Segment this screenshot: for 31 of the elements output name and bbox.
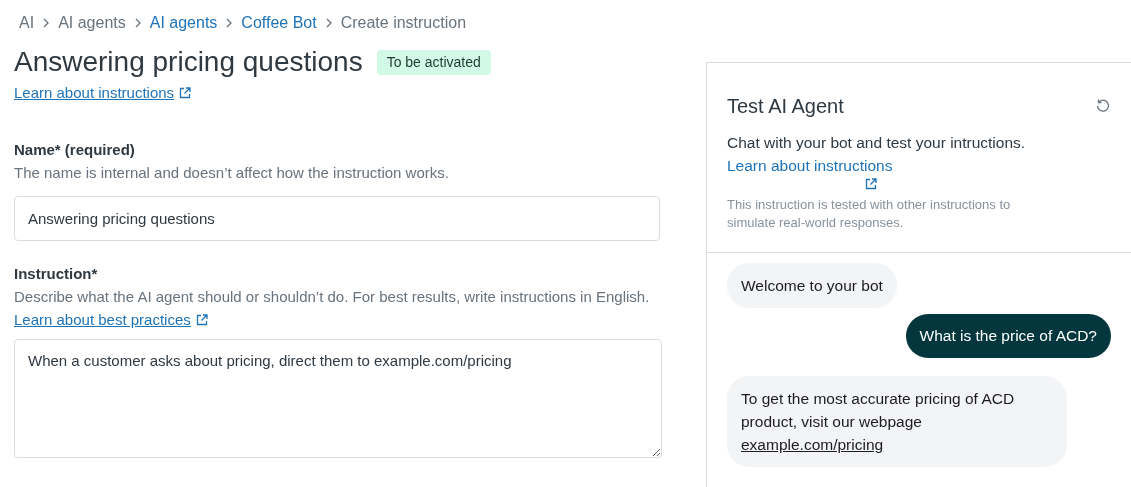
best-practices-link[interactable]: Learn about best practices [14,310,191,328]
user-message: What is the price of ACD? [905,314,1111,358]
external-link-icon [195,313,208,326]
help-link[interactable]: Learn about instructions [14,82,175,105]
breadcrumb-link[interactable]: AI agents [149,11,218,35]
chevron-right-icon [225,17,234,29]
external-link-icon [179,87,192,100]
panel-description: Chat with your bot and test your intructions. Learn about instructions [727,133,1027,176]
chevron-right-icon [133,17,142,29]
name-field[interactable]: Answering pricing questions [14,195,660,241]
learn-link[interactable]: Learn about instructions [727,157,893,174]
message-link[interactable]: example.com/pricing [741,436,884,453]
status-badge: To be activated [376,49,491,75]
chevron-right-icon [324,17,333,29]
field-label: Instruction* [14,263,99,284]
panel-note: This instruction is tested with other instructions to simulate real-world responses. [727,196,1012,232]
field-description: The name is internal and doesn’t affect how the instruction works. [14,163,449,181]
field-label: Name* (required) [14,139,136,160]
page-title: Answering pricing questions [14,45,363,79]
breadcrumb-item: AI [19,13,35,33]
external-link-icon [865,178,877,190]
breadcrumb-link[interactable]: Coffee Bot [241,11,317,35]
breadcrumb-item: AI agents [58,13,126,33]
breadcrumb-item: Create instruction [340,13,467,33]
chevron-right-icon [42,17,51,29]
bot-message: Welcome to your bot [727,263,897,308]
instruction-field[interactable]: When a customer asks about pricing, direct them to example.com/pricing [14,338,662,458]
reset-icon[interactable] [1095,98,1111,114]
panel-title: Test AI Agent [727,94,844,119]
bot-message: To get the most accurate pricing of ACD product, visit our webpage example.com/pricing [727,376,1067,467]
field-description: Describe what the AI agent should or shouldn’t do. For best results, write instructions in English. [14,287,650,305]
